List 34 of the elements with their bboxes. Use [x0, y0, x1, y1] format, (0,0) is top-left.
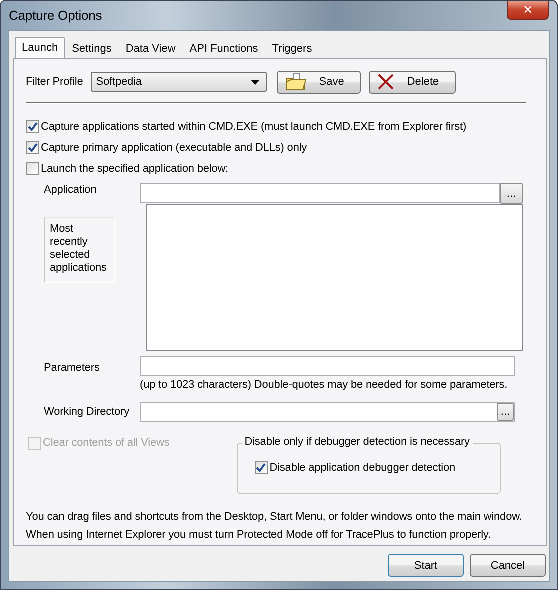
parameters-hint: (up to 1023 characters) Double-quotes may be needed for some parameters.: [140, 379, 509, 393]
group-title: Disable only if debugger detection is necessary: [242, 436, 473, 448]
folder-icon: [285, 73, 308, 91]
note-text: You can drag files and shortcuts from the Desktop, Start Menu, or folder windows onto the main window.: [26, 510, 524, 525]
dialog-button[interactable]: Cancel: [470, 554, 546, 577]
note-text: When using Internet Explorer you must turn Protected Mode off for TracePlus to function properly.: [26, 528, 492, 543]
checkbox-box[interactable]: [254, 461, 268, 474]
save-button[interactable]: Save: [277, 70, 362, 94]
tab[interactable]: Triggers: [265, 39, 320, 58]
filter-profile-dropdown[interactable]: Softpedia: [91, 72, 268, 92]
delete-icon: [377, 74, 396, 90]
application-field[interactable]: [140, 183, 500, 203]
checkbox-label: Clear contents of all Views: [43, 437, 170, 449]
tab[interactable]: API Functions: [182, 39, 266, 58]
checkbox-box[interactable]: [26, 120, 39, 133]
working-directory-label: Working Directory: [44, 405, 131, 420]
checkbox-box[interactable]: [26, 162, 39, 175]
delete-button[interactable]: Delete: [369, 70, 456, 94]
window-title: Capture Options: [9, 8, 102, 23]
dropdown-arrow-icon: [251, 80, 260, 84]
parameters-label: Parameters: [44, 361, 101, 376]
checkbox-box[interactable]: [26, 141, 39, 154]
application-label: Application: [44, 183, 98, 198]
close-button[interactable]: ✕: [507, 1, 549, 20]
tab[interactable]: Launch: [15, 37, 66, 58]
browse-button[interactable]: ...: [500, 183, 523, 204]
working-directory-field[interactable]: ...: [140, 402, 515, 422]
browse-button[interactable]: ...: [497, 403, 514, 421]
parameters-field[interactable]: [140, 356, 515, 376]
recent-apps-label: Most recently selected applications: [44, 217, 115, 283]
filter-profile-label: Filter Profile: [26, 76, 84, 88]
tab[interactable]: Data View: [118, 39, 183, 58]
dialog-button[interactable]: Start: [388, 554, 464, 577]
tab[interactable]: Settings: [65, 39, 119, 58]
